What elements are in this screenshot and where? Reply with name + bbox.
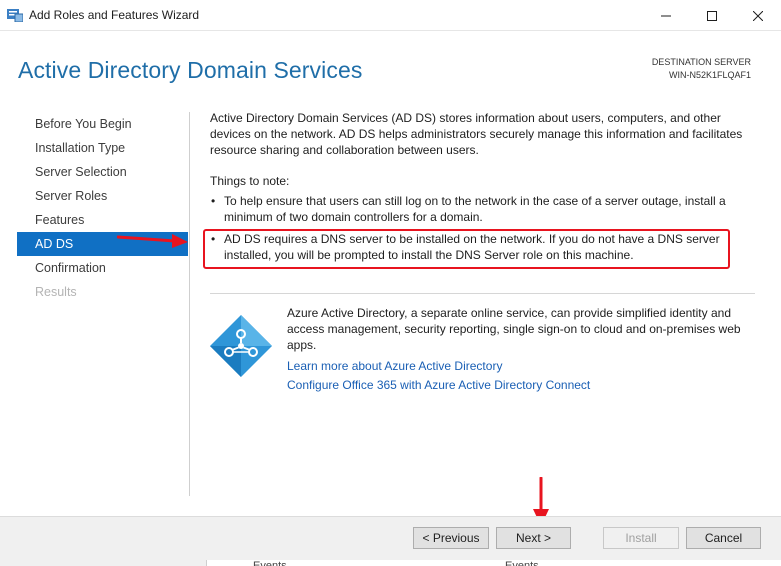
maximize-button[interactable] bbox=[689, 0, 735, 31]
cancel-button[interactable]: Cancel bbox=[686, 527, 761, 549]
window-title: Add Roles and Features Wizard bbox=[29, 8, 200, 22]
configure-office365-link[interactable]: Configure Office 365 with Azure Active D… bbox=[287, 377, 757, 393]
minimize-button[interactable] bbox=[643, 0, 689, 31]
content-divider bbox=[210, 293, 755, 294]
azure-section: Azure Active Directory, a separate onlin… bbox=[287, 305, 757, 393]
title-bar: Add Roles and Features Wizard bbox=[0, 0, 781, 31]
nav-divider bbox=[189, 112, 190, 496]
ad-ds-description: Active Directory Domain Services (AD DS)… bbox=[210, 111, 743, 157]
nav-item-installation-type[interactable]: Installation Type bbox=[17, 136, 188, 160]
highlight-annotation bbox=[203, 229, 730, 269]
background-events-label-left: Events bbox=[253, 560, 287, 566]
notes-heading: Things to note: bbox=[210, 174, 290, 188]
nav-item-before-you-begin[interactable]: Before You Begin bbox=[17, 112, 188, 136]
server-manager-icon bbox=[7, 9, 23, 22]
minimize-icon bbox=[661, 15, 671, 16]
page-title: Active Directory Domain Services bbox=[18, 57, 363, 83]
nav-item-server-roles[interactable]: Server Roles bbox=[17, 184, 188, 208]
next-button[interactable]: Next > bbox=[496, 527, 571, 549]
install-button: Install bbox=[603, 527, 679, 549]
nav-item-results: Results bbox=[35, 285, 77, 299]
nav-item-confirmation[interactable]: Confirmation bbox=[17, 256, 188, 280]
learn-more-azure-link[interactable]: Learn more about Azure Active Directory bbox=[287, 358, 757, 374]
previous-button[interactable]: < Previous bbox=[413, 527, 489, 549]
background-events-label-right: Events bbox=[505, 560, 539, 566]
close-icon bbox=[753, 10, 763, 21]
wizard-nav: Before You Begin Installation Type Serve… bbox=[17, 112, 188, 304]
azure-description: Azure Active Directory, a separate onlin… bbox=[287, 306, 741, 352]
maximize-icon bbox=[707, 10, 717, 21]
background-window bbox=[206, 560, 781, 566]
red-arrow-right-icon bbox=[117, 234, 188, 248]
azure-active-directory-icon bbox=[210, 315, 272, 377]
destination-server-value: WIN-N52K1FLQAF1 bbox=[668, 70, 751, 80]
destination-server-label: DESTINATION SERVER bbox=[651, 57, 751, 67]
nav-item-server-selection[interactable]: Server Selection bbox=[17, 160, 188, 184]
nav-item-features[interactable]: Features bbox=[17, 208, 188, 232]
note-bullet-1: To help ensure that users can still log … bbox=[210, 193, 760, 225]
close-button[interactable] bbox=[735, 0, 781, 31]
